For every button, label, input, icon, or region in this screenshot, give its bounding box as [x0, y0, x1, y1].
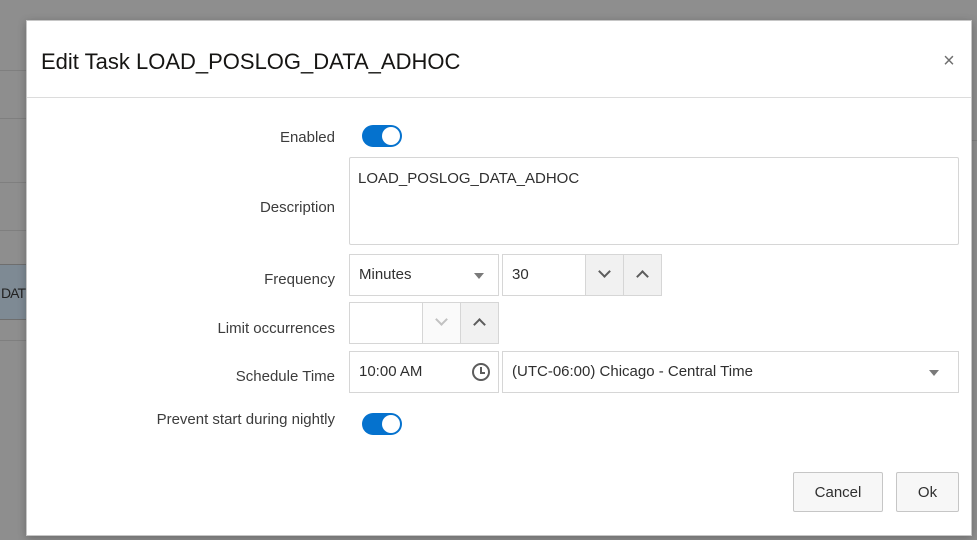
limit-occurrences-stepper[interactable] [349, 302, 499, 344]
timezone-value: (UTC-06:00) Chicago - Central Time [512, 363, 753, 380]
chevron-down-icon [598, 265, 611, 278]
toggle-knob [382, 415, 400, 433]
schedule-time-value: 10:00 AM [359, 363, 423, 380]
prevent-start-label: Prevent start during nightly [156, 411, 335, 428]
schedule-time-label: Schedule Time [235, 368, 335, 385]
frequency-label: Frequency [264, 271, 335, 288]
limit-occurrences-label: Limit occurrences [217, 320, 335, 337]
chevron-up-icon [473, 318, 486, 331]
ok-button[interactable]: Ok [896, 472, 959, 512]
dialog-title: Edit Task LOAD_POSLOG_DATA_ADHOC [41, 49, 461, 74]
chevron-up-icon [636, 270, 649, 283]
description-label: Description [259, 199, 335, 216]
enabled-toggle[interactable] [362, 125, 402, 147]
close-icon[interactable]: × [937, 49, 961, 73]
schedule-time-input[interactable]: 10:00 AM [349, 351, 499, 393]
enabled-label: Enabled [279, 129, 335, 146]
frequency-decrement-button[interactable] [585, 255, 623, 295]
background-cell-text: DAT [1, 285, 26, 301]
frequency-increment-button[interactable] [623, 255, 661, 295]
dialog-header: Edit Task LOAD_POSLOG_DATA_ADHOC × [27, 21, 971, 98]
background-table-cell: DAT [0, 264, 26, 320]
description-textarea[interactable]: LOAD_POSLOG_DATA_ADHOC [349, 157, 959, 245]
cancel-button[interactable]: Cancel [793, 472, 883, 512]
limit-decrement-button[interactable] [422, 303, 460, 343]
toggle-knob [382, 127, 400, 145]
frequency-unit-select[interactable]: Minutes [349, 254, 499, 296]
frequency-value: 30 [512, 266, 529, 283]
frequency-unit-value: Minutes [359, 266, 412, 283]
caret-down-icon [474, 273, 484, 279]
limit-increment-button[interactable] [460, 303, 498, 343]
chevron-down-icon [435, 313, 448, 326]
prevent-start-toggle[interactable] [362, 413, 402, 435]
caret-down-icon [929, 370, 939, 376]
timezone-select[interactable]: (UTC-06:00) Chicago - Central Time [502, 351, 959, 393]
edit-task-dialog: Edit Task LOAD_POSLOG_DATA_ADHOC × Enabl… [26, 20, 972, 536]
frequency-value-stepper[interactable]: 30 [502, 254, 662, 296]
clock-icon[interactable] [472, 363, 490, 381]
